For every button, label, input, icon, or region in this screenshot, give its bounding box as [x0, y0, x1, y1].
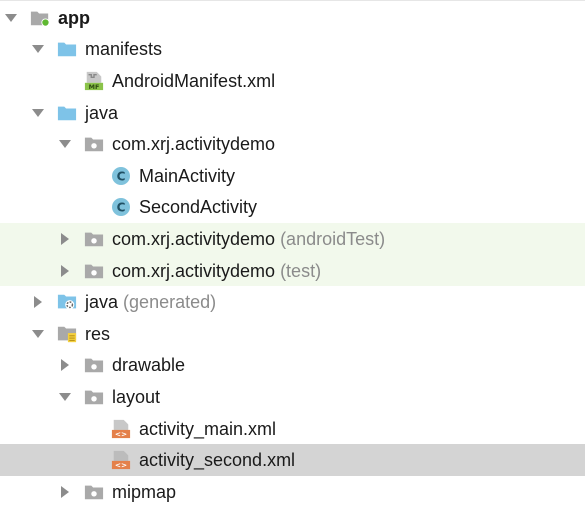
tree-label: activity_second.xml	[139, 450, 296, 471]
class-icon: C	[111, 166, 131, 186]
svg-text:C: C	[117, 201, 126, 215]
chevron-right-icon[interactable]	[58, 485, 72, 499]
package-icon	[84, 229, 104, 249]
chevron-right-icon[interactable]	[58, 264, 72, 278]
tree-row-layout[interactable]: layout	[0, 381, 585, 413]
tree-label: AndroidManifest.xml	[112, 70, 276, 91]
tree-label: java (generated)	[85, 293, 216, 311]
tree-row-app[interactable]: app	[0, 2, 585, 34]
tree-label: com.xrj.activitydemo (test)	[112, 262, 321, 280]
tree-label-text: com.xrj.activitydemo	[112, 260, 276, 281]
package-icon	[84, 134, 104, 154]
tree-label: app	[58, 7, 91, 28]
tree-row-java[interactable]: java	[0, 97, 585, 129]
tree-label: com.xrj.activitydemo (androidTest)	[112, 230, 385, 248]
svg-text:C: C	[117, 169, 126, 183]
tree-label: layout	[112, 386, 161, 407]
tree-row-activity-second-xml[interactable]: <> activity_second.xml	[0, 444, 585, 476]
tree-row-res[interactable]: res	[0, 318, 585, 350]
tree-label: mipmap	[112, 481, 177, 502]
svg-text:<>: <>	[115, 429, 127, 438]
tree-label: manifests	[85, 39, 163, 60]
chevron-right-icon[interactable]	[58, 232, 72, 246]
chevron-right-icon[interactable]	[31, 295, 45, 309]
package-icon	[84, 482, 104, 502]
tree-label-suffix: (androidTest)	[280, 228, 386, 249]
tree-label: com.xrj.activitydemo	[112, 134, 276, 155]
package-icon	[84, 355, 104, 375]
chevron-down-icon[interactable]	[58, 390, 72, 404]
tree-row-package-android-test[interactable]: com.xrj.activitydemo (androidTest)	[0, 223, 585, 255]
tree-row-main-activity[interactable]: C MainActivity	[0, 160, 585, 192]
generated-folder-icon	[57, 292, 77, 312]
folder-icon	[57, 39, 77, 59]
tree-row-java-generated[interactable]: java (generated)	[0, 286, 585, 318]
chevron-right-icon[interactable]	[58, 358, 72, 372]
module-icon	[30, 8, 50, 28]
tree-label: activity_main.xml	[139, 418, 277, 439]
tree-label: res	[85, 323, 111, 344]
xml-layout-file-icon: <>	[111, 450, 131, 470]
project-tree: app manifests MF AndroidManifest.xml jav…	[0, 2, 585, 508]
svg-text:<>: <>	[115, 461, 127, 470]
package-icon	[84, 387, 104, 407]
top-border	[0, 0, 585, 1]
tree-label-suffix: (generated)	[123, 292, 217, 313]
tree-row-package-test[interactable]: com.xrj.activitydemo (test)	[0, 254, 585, 287]
tree-label-text: java	[85, 292, 119, 313]
tree-label: drawable	[112, 355, 186, 376]
chevron-down-icon[interactable]	[58, 137, 72, 151]
tree-row-package-main[interactable]: com.xrj.activitydemo	[0, 128, 585, 160]
xml-layout-file-icon: <>	[111, 419, 131, 439]
tree-row-android-manifest[interactable]: MF AndroidManifest.xml	[0, 65, 585, 97]
chevron-down-icon[interactable]	[31, 327, 45, 341]
tree-label-suffix: (test)	[280, 260, 322, 281]
tree-label-text: com.xrj.activitydemo	[112, 228, 276, 249]
chevron-down-icon[interactable]	[31, 42, 45, 56]
manifest-file-icon: MF	[84, 71, 104, 91]
tree-row-drawable[interactable]: drawable	[0, 350, 585, 382]
tree-label: MainActivity	[139, 165, 236, 186]
package-icon	[84, 261, 104, 281]
tree-label: SecondActivity	[139, 197, 258, 218]
tree-row-second-activity[interactable]: C SecondActivity	[0, 192, 585, 224]
class-icon: C	[111, 197, 131, 217]
folder-icon	[57, 103, 77, 123]
tree-row-manifests[interactable]: manifests	[0, 34, 585, 66]
chevron-down-icon[interactable]	[4, 11, 18, 25]
tree-row-mipmap[interactable]: mipmap	[0, 476, 585, 508]
chevron-down-icon[interactable]	[31, 106, 45, 120]
resources-folder-icon	[57, 324, 77, 344]
svg-text:MF: MF	[89, 84, 100, 91]
tree-label: java	[85, 102, 119, 123]
tree-row-activity-main-xml[interactable]: <> activity_main.xml	[0, 413, 585, 445]
